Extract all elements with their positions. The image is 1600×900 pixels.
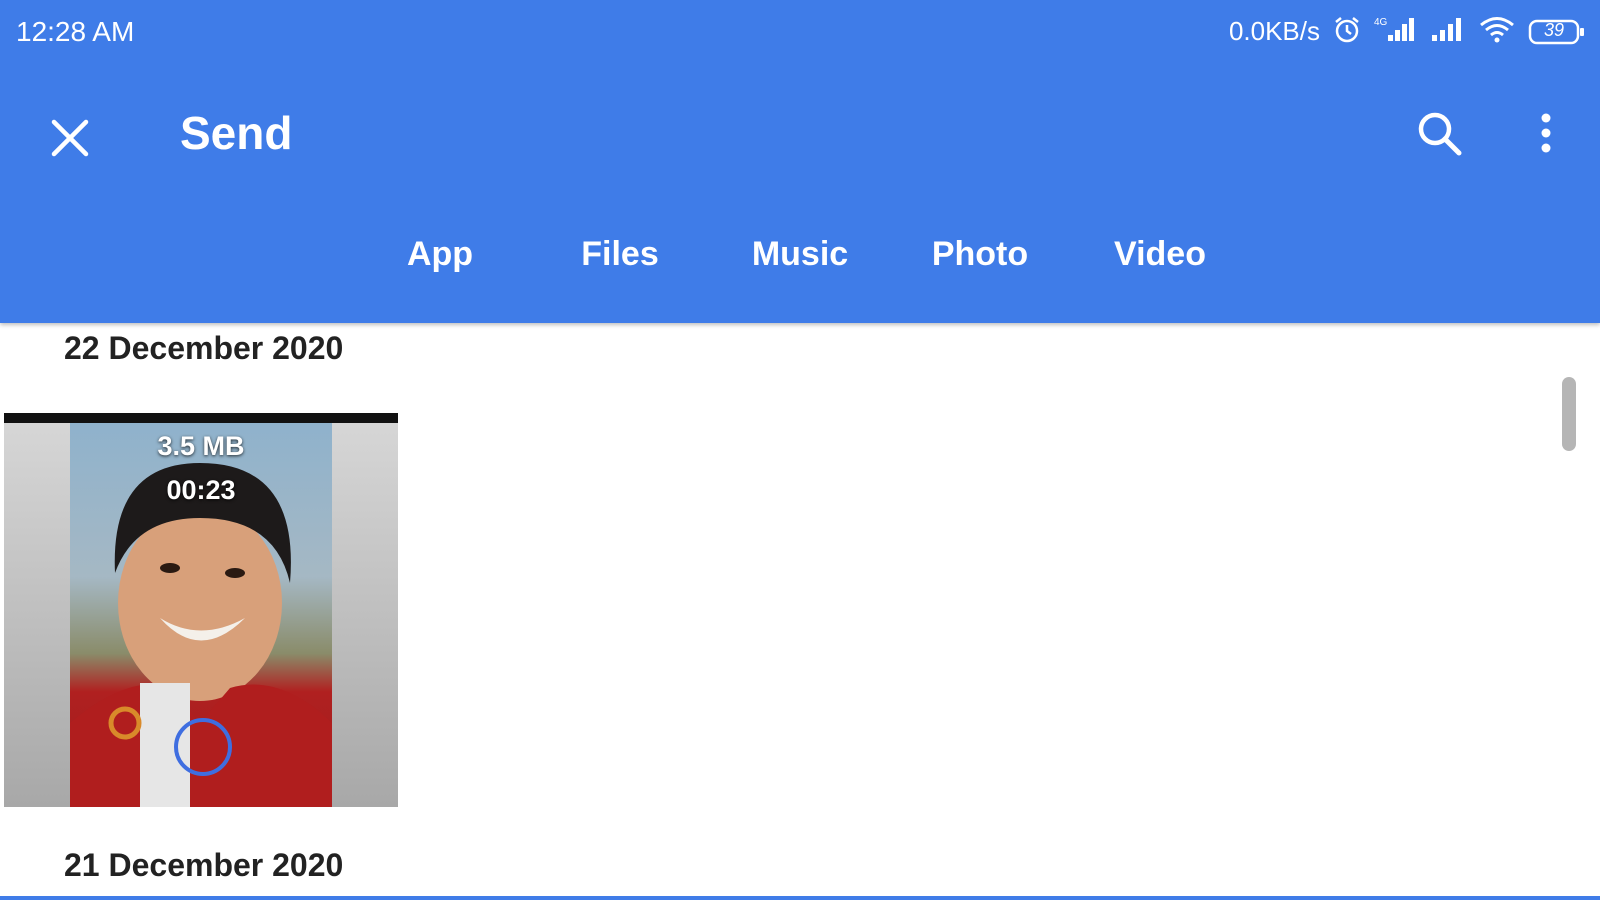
tab-music[interactable]: Music [730,235,870,274]
video-thumbnail[interactable]: 3.5 MB 00:23 [4,413,398,807]
net-speed: 0.0KB/s [1228,16,1320,46]
date-header: 21 December 2020 [64,847,344,883]
status-icons: 0.0KB/s 4G 39 [1229,14,1586,49]
battery-level: 39 [1543,19,1565,40]
battery-icon: 39 [1528,18,1586,46]
bottom-accent-line [0,896,1600,900]
tab-app[interactable]: App [370,235,510,274]
date-header: 22 December 2020 [64,330,344,366]
app-bar: 12:28 AM 0.0KB/s 4G 39 Send App Files Mu… [0,0,1600,323]
search-icon [1418,112,1462,156]
tab-files[interactable]: Files [550,235,690,274]
scrollbar-thumb[interactable] [1562,377,1576,451]
category-tabs: App Files Music Photo Video [0,235,1600,295]
wifi-icon [1478,15,1516,48]
toolbar: Send [0,66,1600,206]
thumbnail-frame-top [4,413,398,423]
close-button[interactable] [40,108,100,168]
svg-text:4G: 4G [1374,17,1388,28]
tab-photo[interactable]: Photo [910,235,1050,274]
more-options-button[interactable] [1524,106,1568,162]
video-duration: 00:23 [166,475,236,505]
status-bar: 12:28 AM 0.0KB/s 4G 39 [0,0,1600,66]
file-size: 3.5 MB [157,431,245,461]
close-icon [51,119,89,157]
search-button[interactable] [1412,106,1468,162]
status-time: 12:28 AM [16,16,135,47]
media-list: 22 December 2020 3.5 MB 00:23 21 Decembe… [0,323,1600,900]
more-vert-icon [1541,113,1551,153]
page-title: Send [180,107,293,159]
tab-video[interactable]: Video [1090,235,1230,274]
signal-4g-icon: 4G [1374,15,1418,48]
select-checkbox[interactable] [174,718,232,776]
signal-icon [1430,15,1466,48]
alarm-icon [1332,14,1362,49]
